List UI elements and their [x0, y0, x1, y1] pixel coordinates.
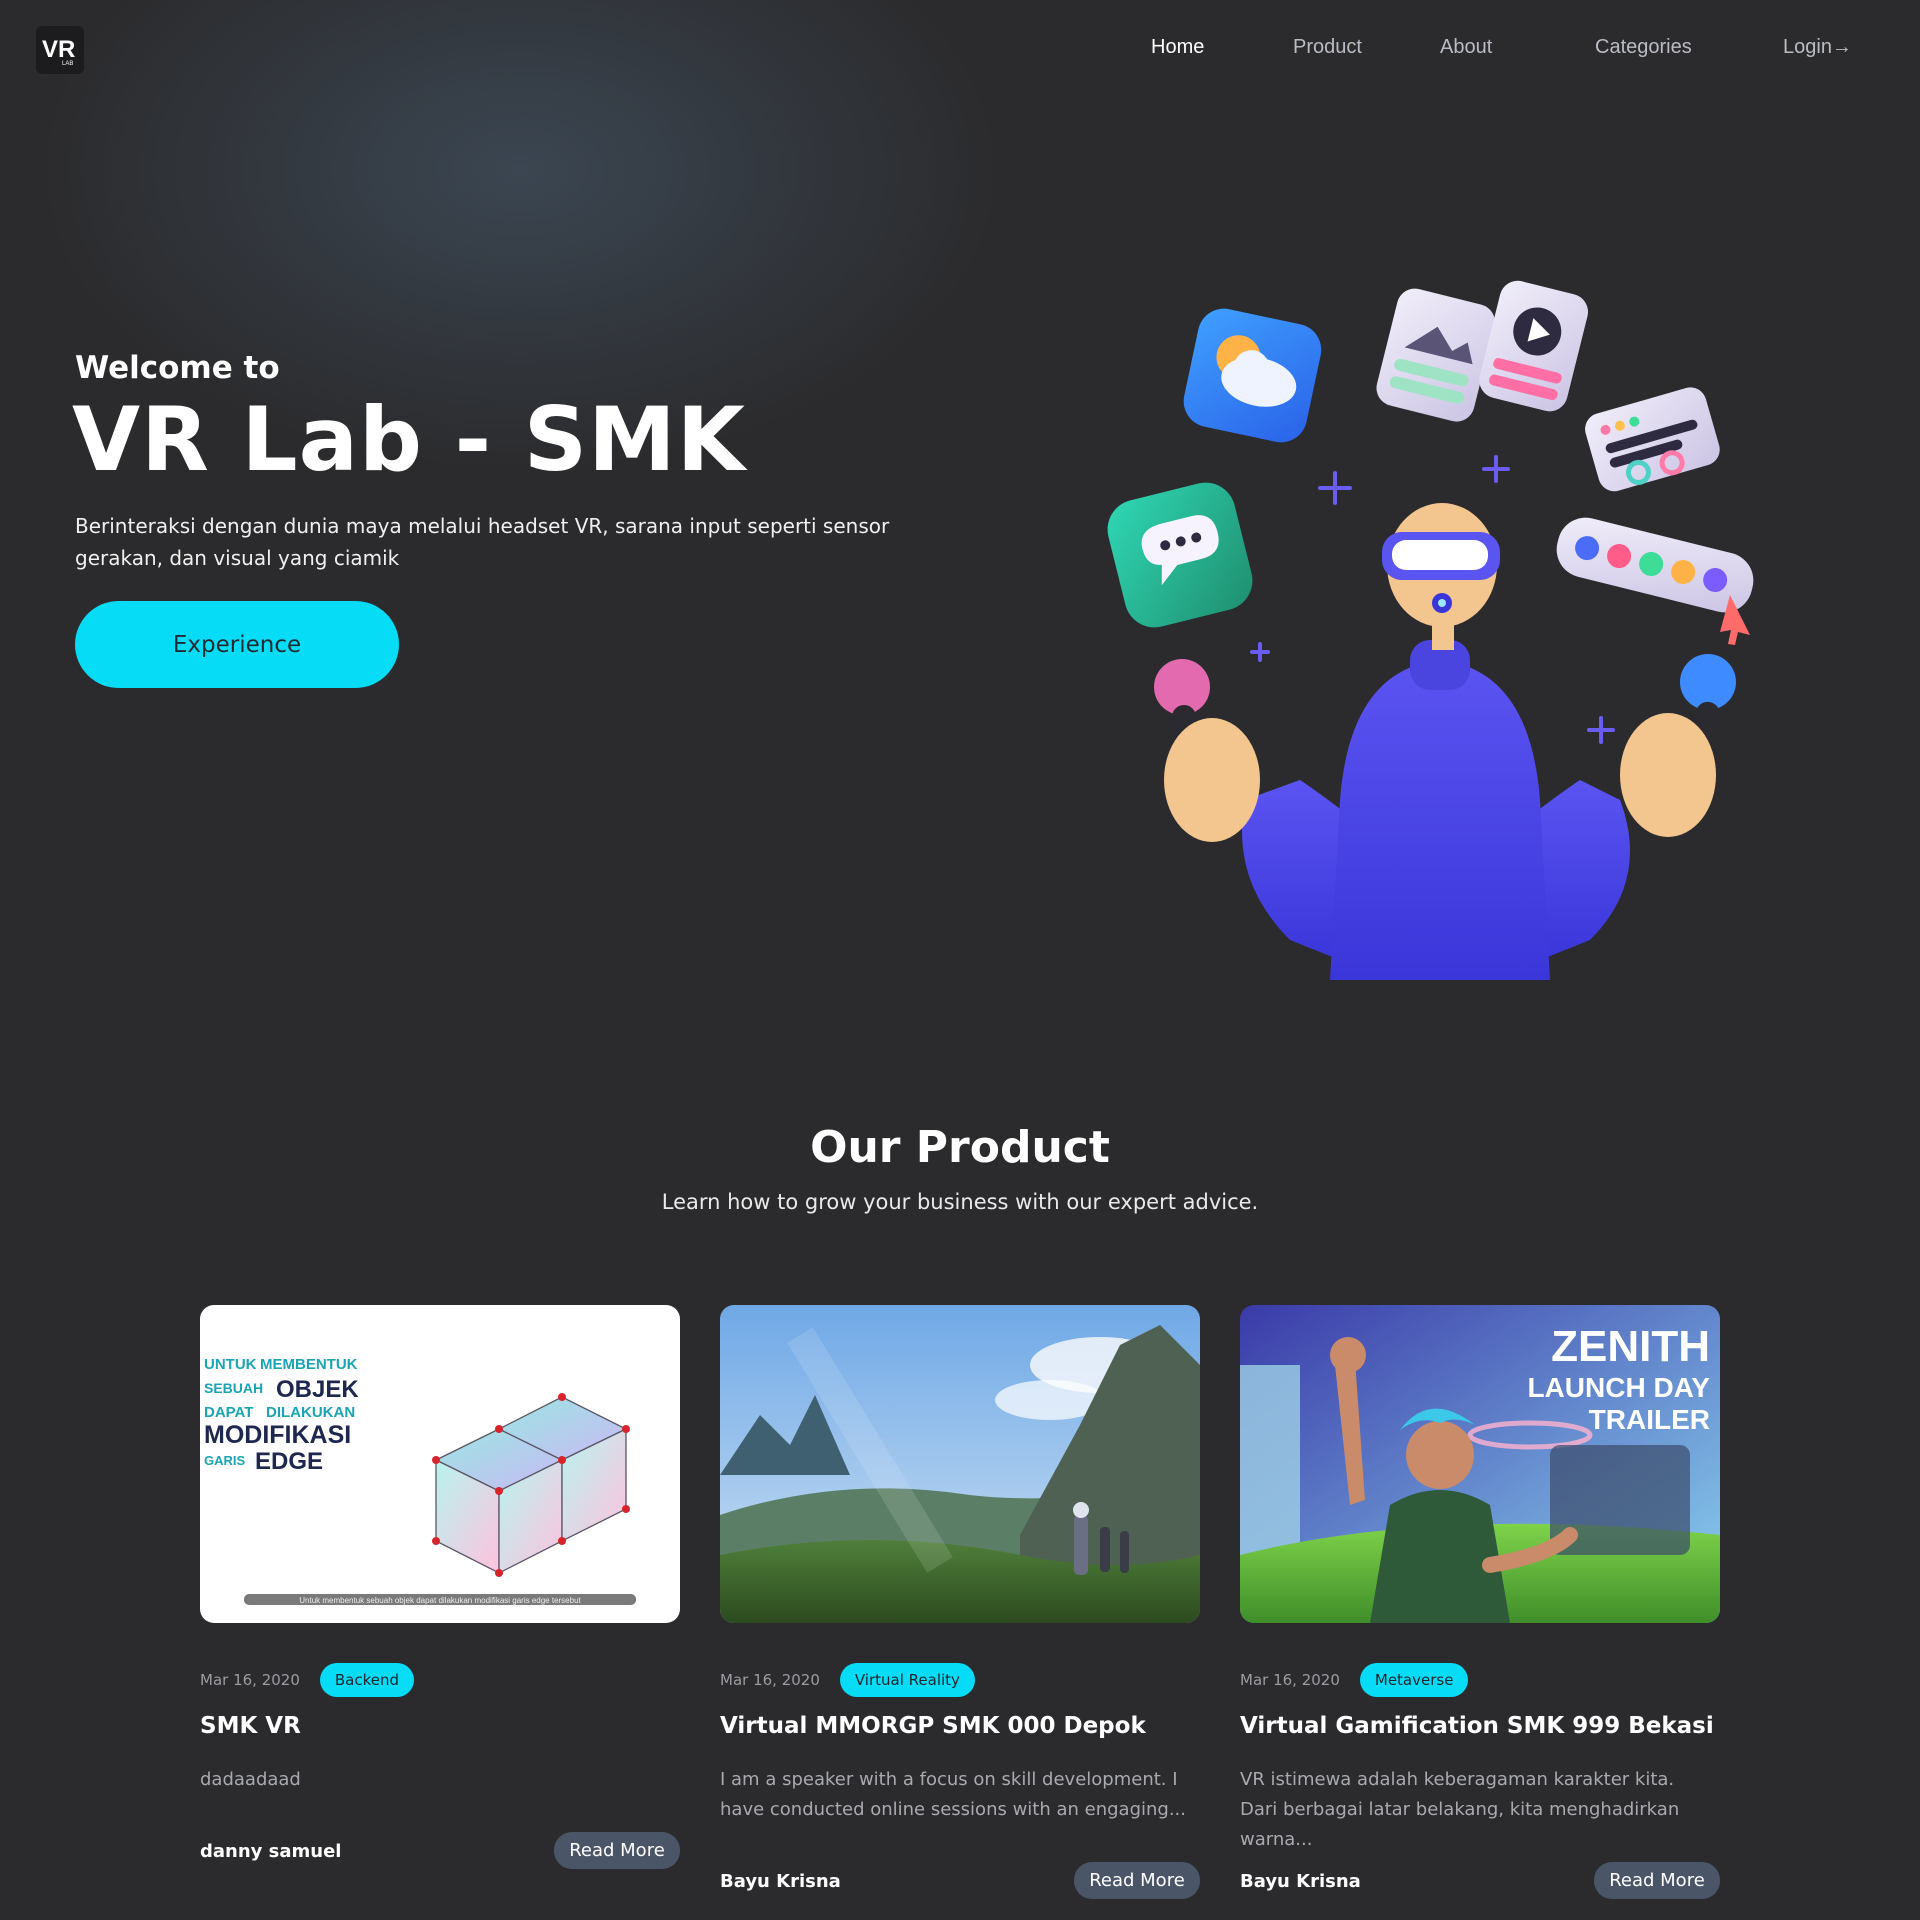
cube-diagram-image: UNTUK MEMBENTUK SEBUAH OBJEK DAPAT DILAK… [204, 1356, 636, 1605]
game-trailer-image: ZENITH LAUNCH DAY TRAILER [1240, 1305, 1720, 1623]
read-more-button[interactable]: Read More [554, 1832, 680, 1869]
product-thumbnail[interactable]: UNTUK MEMBENTUK SEBUAH OBJEK DAPAT DILAK… [200, 1305, 680, 1623]
card-author: danny samuel [200, 1841, 342, 1862]
logo-mark: VR LAB [42, 36, 75, 67]
product-card: ZENITH LAUNCH DAY TRAILER Mar 16, 2020 M… [1240, 1305, 1720, 1899]
card-title[interactable]: Virtual MMORGP SMK 000 Depok [720, 1713, 1146, 1739]
read-more-button[interactable]: Read More [1594, 1862, 1720, 1899]
card-author: Bayu Krisna [720, 1871, 841, 1892]
settings-card-icon [1585, 387, 1720, 492]
svg-text:LAUNCH DAY: LAUNCH DAY [1527, 1372, 1710, 1403]
nav-categories[interactable]: Categories [1595, 36, 1692, 59]
svg-text:SEBUAH OBJEK: SEBUAH OBJEK [204, 1376, 359, 1403]
products-section-title: Our Product [810, 1122, 1110, 1173]
card-author: Bayu Krisna [1240, 1871, 1361, 1892]
svg-text:UNTUK MEMBENTUK: UNTUK MEMBENTUK [204, 1356, 358, 1373]
hero-welcome: Welcome to [75, 350, 280, 386]
svg-text:GARIS EDGE: GARIS EDGE [204, 1448, 323, 1475]
hero-description: Berinteraksi dengan dunia maya melalui h… [75, 514, 890, 570]
color-palette-icon [1556, 517, 1754, 613]
nav-login[interactable]: Login→ [1783, 36, 1852, 59]
card-description: dadaadaad [200, 1769, 301, 1790]
products-section-subtitle: Learn how to grow your business with our… [661, 1190, 1259, 1214]
video-card-icon [1479, 280, 1589, 412]
nav-about[interactable]: About [1440, 36, 1492, 59]
hero-title: VR Lab - SMK [72, 388, 746, 491]
product-thumbnail[interactable] [720, 1305, 1200, 1623]
product-card: Mar 16, 2020 Virtual Reality Virtual MMO… [720, 1305, 1200, 1899]
svg-text:Untuk membentuk sebuah objek d: Untuk membentuk sebuah objek dapat dilak… [299, 1596, 581, 1605]
card-meta: Mar 16, 2020 Metaverse [1240, 1662, 1469, 1698]
svg-text:VR: VR [42, 36, 75, 63]
weather-app-icon [1183, 308, 1322, 443]
experience-button[interactable]: Experience [75, 601, 399, 688]
read-more-button[interactable]: Read More [1074, 1862, 1200, 1899]
category-tag[interactable]: Virtual Reality [839, 1663, 975, 1697]
svg-text:ZENITH: ZENITH [1551, 1322, 1710, 1371]
svg-text:DAPAT DILAKUKAN: DAPAT DILAKUKAN [204, 1404, 355, 1421]
card-description: VR istimewa adalah keberagaman karakter … [1240, 1769, 1680, 1850]
card-title[interactable]: SMK VR [200, 1713, 301, 1739]
product-card: UNTUK MEMBENTUK SEBUAH OBJEK DAPAT DILAK… [200, 1305, 680, 1869]
card-date: Mar 16, 2020 [1240, 1671, 1340, 1689]
chat-app-icon [1107, 482, 1253, 628]
category-tag[interactable]: Backend [319, 1663, 415, 1697]
nav-home[interactable]: Home [1151, 36, 1204, 59]
svg-text:MODIFIKASI: MODIFIKASI [204, 1421, 351, 1449]
card-meta: Mar 16, 2020 Virtual Reality [720, 1662, 975, 1698]
card-date: Mar 16, 2020 [200, 1671, 300, 1689]
nav-product[interactable]: Product [1293, 36, 1362, 59]
card-date: Mar 16, 2020 [720, 1671, 820, 1689]
card-title[interactable]: Virtual Gamification SMK 999 Bekasi [1240, 1713, 1714, 1739]
svg-text:TRAILER: TRAILER [1589, 1404, 1710, 1435]
card-description: I am a speaker with a focus on skill dev… [720, 1769, 1187, 1820]
card-meta: Mar 16, 2020 Backend [200, 1662, 415, 1698]
category-tag[interactable]: Metaverse [1359, 1663, 1469, 1697]
fantasy-landscape-image [720, 1305, 1200, 1623]
product-thumbnail[interactable]: ZENITH LAUNCH DAY TRAILER [1240, 1305, 1720, 1623]
vr-person-illustration [1107, 280, 1754, 980]
vr-lab-logo[interactable]: VR LAB [36, 26, 84, 74]
image-card-icon [1376, 288, 1495, 422]
svg-text:LAB: LAB [62, 61, 73, 67]
